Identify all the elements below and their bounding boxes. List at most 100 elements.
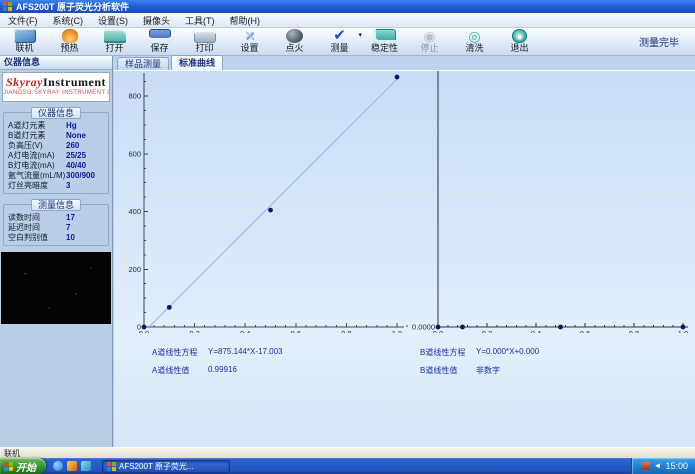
svg-text:1.0: 1.0	[678, 329, 688, 333]
group-caption: 测量信息	[30, 199, 82, 211]
field-row: B灯电流(mA) 40/40	[6, 160, 106, 170]
field-row: A道灯元素 Hg	[6, 120, 106, 130]
exit-button[interactable]: ◉ 退出	[497, 28, 542, 55]
print-icon	[193, 29, 216, 43]
measure-button[interactable]: ✔ ▾ 测量	[317, 28, 362, 55]
svg-text:600: 600	[128, 149, 141, 158]
toolbar: 联机 预热 打开 保存 打印 ✕ 设置 点火 ✔ ▾ 测量 稳定性 ◉ 停止 ◎ 清洗 ◉ 退出 测量完毕	[0, 28, 695, 56]
channel-b-calibration-chart: 0.00.20.40.60.81.00.0000	[412, 71, 688, 333]
tab-sample-measure[interactable]: 样品测量	[117, 57, 170, 70]
wash-icon: ◎	[468, 28, 481, 44]
main-area: 样品测量标准曲线 0.00.20.40.60.81.00200400600800…	[114, 55, 695, 447]
save-icon	[148, 29, 171, 43]
toolbar-button-label: 打开	[105, 43, 124, 53]
group-instrument-info: 仪器信息 A道灯元素 Hg B道灯元素 None 负高压(V) 260 A灯电流(mA) 25/…	[3, 107, 109, 194]
svg-text:0.4: 0.4	[531, 329, 541, 333]
field-row: 负高压(V) 260	[6, 140, 106, 150]
channel-a-equations: A道线性方程 Y=875.144*X-17.003 A道线性值 0.99916	[152, 347, 283, 383]
field-value: 3	[66, 180, 71, 190]
menu-bar: 文件(F) 系统(C) 设置(S) 摄像头 工具(T) 帮助(H)	[0, 13, 695, 28]
svg-text:800: 800	[128, 92, 141, 101]
b-equation-value: Y=0.000*X+0.000	[476, 347, 540, 356]
a-linearity-value: 0.99916	[208, 365, 237, 374]
preheat-icon	[61, 29, 78, 43]
field-value: 300/900	[66, 170, 95, 180]
tray-icon[interactable]	[640, 462, 650, 470]
titlebar: AFS200T 原子荧光分析软件	[0, 0, 695, 13]
sidebar-header: 仪器信息	[0, 56, 112, 70]
quicklaunch-icon-2[interactable]	[67, 461, 77, 471]
tab-standard-curve[interactable]: 标准曲线	[171, 55, 224, 70]
field-value: None	[66, 130, 86, 140]
wash-button[interactable]: ◎ 清洗	[452, 28, 497, 55]
menu-item-system[interactable]: 系统(C)	[53, 14, 84, 27]
sidebar-groups: 仪器信息 A道灯元素 Hg B道灯元素 None 负高压(V) 260 A灯电流(mA) 25/…	[0, 107, 112, 246]
measure-icon: ✔	[333, 27, 346, 44]
connect-icon	[13, 29, 36, 43]
field-value: 10	[66, 232, 75, 242]
stop-button: ◉ 停止	[407, 28, 452, 55]
open-icon	[103, 29, 126, 43]
connect-button[interactable]: 联机	[2, 28, 47, 55]
toolbar-button-label: 测量	[330, 43, 349, 53]
menu-item-file[interactable]: 文件(F)	[8, 14, 38, 27]
stop-icon: ◉	[423, 28, 436, 44]
ignite-icon	[286, 29, 303, 43]
field-row: B道灯元素 None	[6, 130, 106, 140]
sidebar-instrument-panel: 仪器信息 SkyrayInstrument JIANGSU SKYRAY INS…	[0, 56, 113, 447]
menu-item-help[interactable]: 帮助(H)	[230, 14, 261, 27]
stability-button[interactable]: 稳定性	[362, 28, 407, 55]
toolbar-button-label: 联机	[15, 43, 34, 53]
status-text: 联机	[4, 449, 20, 458]
settings-button[interactable]: ✕ 设置	[227, 28, 272, 55]
toolbar-button-label: 停止	[420, 43, 439, 53]
field-row: A灯电流(mA) 25/25	[6, 150, 106, 160]
b-linearity-value: 非数字	[476, 366, 500, 375]
field-row: 空白判别值 10	[6, 232, 106, 242]
chart-panel: 0.00.20.40.60.81.00200400600800 0.00.20.…	[114, 70, 695, 447]
app-icon	[3, 2, 12, 11]
taskbar-app-button[interactable]: AFS200T 原子荧光...	[102, 459, 230, 473]
volume-icon[interactable]: ◄	[654, 462, 662, 470]
svg-text:0: 0	[137, 323, 141, 332]
app-icon	[107, 461, 116, 471]
quicklaunch-icon-1[interactable]	[53, 461, 63, 471]
brand-name-black: Instrument	[42, 75, 106, 89]
exit-icon: ◉	[512, 29, 527, 43]
field-value: 17	[66, 212, 75, 222]
field-row: 氩气流量(mL/M) 300/900	[6, 170, 106, 180]
start-button[interactable]: 开始	[0, 458, 46, 474]
ignite-button[interactable]: 点火	[272, 28, 317, 55]
svg-text:200: 200	[128, 265, 141, 274]
svg-text:0.8: 0.8	[341, 329, 351, 333]
svg-text:0.2: 0.2	[189, 329, 199, 333]
status-bar: 联机	[0, 447, 695, 458]
group-caption: 仪器信息	[30, 107, 82, 119]
field-row: 读数时间 17	[6, 212, 106, 222]
open-button[interactable]: 打开	[92, 28, 137, 55]
system-tray: ◄ 15:00	[630, 458, 695, 474]
save-button[interactable]: 保存	[137, 28, 182, 55]
taskbar-clock: 15:00	[665, 461, 688, 471]
field-label: 空白判别值	[8, 232, 48, 242]
menu-item-tools[interactable]: 工具(T)	[185, 14, 215, 27]
field-label: 灯丝亮暗度	[8, 180, 48, 190]
svg-text:400: 400	[128, 207, 141, 216]
print-button[interactable]: 打印	[182, 28, 227, 55]
windows-flag-icon	[4, 461, 13, 471]
toolbar-button-label: 打印	[195, 43, 214, 53]
svg-text:0.8: 0.8	[629, 329, 639, 333]
b-linearity-label: B道线性值	[420, 366, 458, 375]
toolbar-button-label: 预热	[60, 43, 79, 53]
settings-icon: ✕	[244, 28, 255, 43]
camera-preview	[1, 252, 111, 324]
a-linearity-label: A道线性值	[152, 366, 190, 375]
quicklaunch-icon-3[interactable]	[81, 461, 91, 471]
preheat-button[interactable]: 预热	[47, 28, 92, 55]
b-equation-label: B道线性方程	[420, 348, 466, 357]
tab-row: 样品测量 标准曲线	[114, 55, 695, 70]
start-button-label: 开始	[16, 462, 36, 474]
menu-item-settings[interactable]: 设置(S)	[98, 14, 128, 27]
field-value: 260	[66, 140, 80, 150]
menu-item-camera[interactable]: 摄像头	[143, 14, 170, 27]
